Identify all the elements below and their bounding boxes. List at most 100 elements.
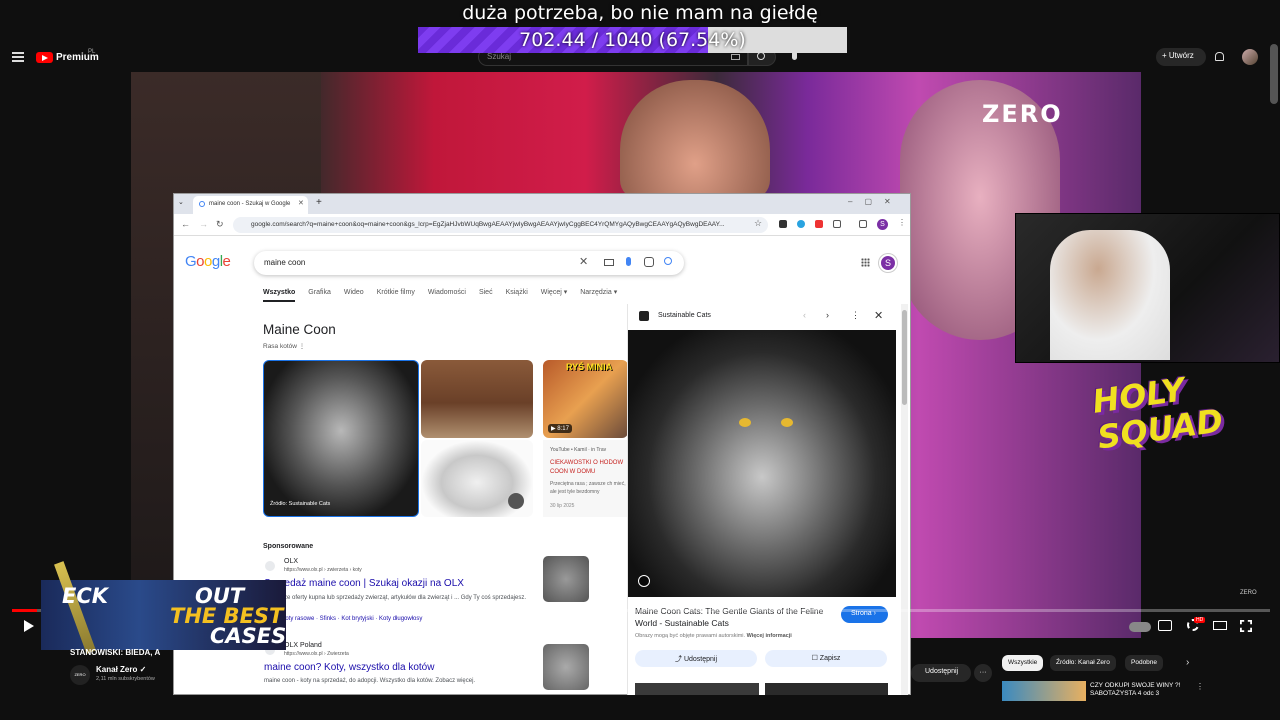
- tab-all[interactable]: Wszystko: [263, 289, 296, 302]
- browser-tab[interactable]: maine coon - Szukaj w Google: [193, 196, 308, 214]
- forward-icon[interactable]: →: [199, 219, 208, 229]
- new-tab-icon[interactable]: +: [316, 197, 322, 208]
- address-bar[interactable]: google.com/search?q=maine+coon&oq=maine+…: [233, 217, 768, 233]
- keyboard-icon[interactable]: [604, 259, 614, 266]
- ad-sitelinks[interactable]: Koty · Koty rasowe · Sfinks · Kot brytyj…: [264, 616, 422, 622]
- youtube-logo-icon[interactable]: [36, 52, 53, 63]
- more-actions-button[interactable]: ···: [974, 664, 992, 682]
- chip-all[interactable]: Wszystkie: [1002, 655, 1044, 671]
- keyboard-icon[interactable]: [731, 54, 740, 60]
- theater-icon[interactable]: [1213, 621, 1227, 630]
- video-source: YouTube • Kamil · in Trav: [550, 447, 607, 453]
- chevron-left-icon[interactable]: ‹: [803, 310, 806, 320]
- ad-site-name[interactable]: OLX: [284, 558, 298, 565]
- ad-description: Najlepsze oferty kupna lub sprzedaży zwi…: [264, 595, 526, 601]
- recommended-thumbnail[interactable]: [1002, 681, 1086, 701]
- chip-similar[interactable]: Podobne: [1125, 655, 1164, 671]
- browser-profile[interactable]: S: [877, 219, 888, 230]
- lens-icon[interactable]: [638, 575, 650, 587]
- image-result-main[interactable]: [263, 360, 419, 517]
- extension-icon[interactable]: [779, 220, 787, 228]
- image-expand-icon[interactable]: [508, 493, 524, 509]
- tab-books[interactable]: Książki: [506, 289, 528, 296]
- recommended-title[interactable]: CZY ODKUPI SWOJE WINY ?! SABOTAŻYSTA 4 o…: [1090, 682, 1200, 698]
- tab-shorts[interactable]: Krótkie filmy: [377, 289, 415, 296]
- chip-source[interactable]: Źródło: Kanał Zero: [1050, 655, 1116, 671]
- google-logo[interactable]: Google: [185, 253, 231, 270]
- close-icon[interactable]: ✕: [874, 309, 883, 322]
- youtube-region: PL: [88, 49, 96, 55]
- save-button[interactable]: ☐ Zapisz: [765, 650, 887, 667]
- tab-close-icon[interactable]: ✕: [298, 199, 304, 207]
- sidebar-icon[interactable]: [859, 220, 867, 228]
- channel-name[interactable]: Kanał Zero ✓: [96, 665, 146, 674]
- search-tabs: Wszystko Grafika Wideo Krótkie filmy Wiadomo…: [263, 288, 630, 302]
- extension-icon[interactable]: [797, 220, 805, 228]
- adblock-icon[interactable]: [815, 220, 823, 228]
- ad-title-link[interactable]: Sprzedaż maine coon | Szukaj okazji na O…: [264, 578, 464, 589]
- voice-search-icon[interactable]: [626, 257, 631, 266]
- ad-thumbnail[interactable]: [543, 556, 589, 602]
- knowledge-panel-title: Maine Coon: [263, 322, 336, 337]
- chevron-right-icon[interactable]: ›: [1186, 657, 1189, 668]
- tab-news[interactable]: Wiadomości: [428, 289, 466, 296]
- avatar[interactable]: [1242, 49, 1258, 65]
- ad-thumbnail[interactable]: [543, 644, 589, 690]
- overlay-progress-text: 702.44 / 1040 (67.54%): [519, 29, 746, 51]
- star-icon[interactable]: ☆: [754, 218, 762, 229]
- video-card-desc: Przeciętna rasa ; zawsze ch mieć, ale je…: [550, 481, 626, 495]
- more-icon[interactable]: ⋮: [851, 310, 860, 321]
- corner-logo: ZERO: [1240, 590, 1257, 596]
- tab-tools[interactable]: Narzędzia ▾: [580, 289, 617, 296]
- tab-more[interactable]: Więcej ▾: [541, 289, 567, 296]
- knowledge-panel-subtitle: Rasa kotów ⋮: [263, 343, 306, 350]
- cat-eye: [781, 418, 793, 427]
- create-button[interactable]: + Utwórz: [1156, 48, 1206, 66]
- google-avatar[interactable]: S: [879, 254, 897, 272]
- ad-site-name[interactable]: OLX Poland: [284, 642, 322, 649]
- menu-icon[interactable]: [12, 52, 24, 62]
- tab-videos[interactable]: Wideo: [344, 289, 364, 296]
- preview-image[interactable]: [628, 330, 896, 597]
- tab-images[interactable]: Grafika: [308, 289, 331, 296]
- more-info-link[interactable]: Więcej informacji: [747, 633, 792, 639]
- streamer: [1050, 230, 1170, 360]
- window-controls[interactable]: –▢✕: [848, 197, 903, 206]
- page-scrollbar[interactable]: [1270, 44, 1278, 104]
- more-icon[interactable]: ⋮: [1196, 682, 1204, 691]
- puzzle-icon[interactable]: [833, 220, 841, 228]
- channel-logo: ZERO: [982, 100, 1063, 128]
- image-result[interactable]: [421, 360, 533, 438]
- share-button[interactable]: ⤴ Udostępnij: [635, 650, 757, 667]
- reload-icon[interactable]: ↻: [216, 219, 224, 230]
- video-card-title[interactable]: CIEKAWOSTKI O HODOW COON W DOMU: [550, 459, 628, 477]
- fullscreen-icon[interactable]: [1240, 620, 1252, 632]
- lens-icon[interactable]: [644, 257, 654, 267]
- apps-icon[interactable]: [861, 258, 870, 267]
- tab-web[interactable]: Sieć: [479, 289, 493, 296]
- autoplay-toggle[interactable]: [1129, 622, 1151, 632]
- video-host-head: [620, 80, 770, 200]
- search-icon[interactable]: [664, 257, 672, 265]
- clear-icon[interactable]: ✕: [579, 255, 588, 268]
- tab-search-icon[interactable]: ⌄: [178, 198, 184, 206]
- image-caption: Źródło: Sustainable Cats: [270, 501, 331, 507]
- ad-title-link[interactable]: maine coon? Koty, wszystko dla kotów: [264, 662, 434, 673]
- google-search-input[interactable]: maine coon: [254, 251, 684, 275]
- back-icon[interactable]: ←: [181, 219, 190, 229]
- share-button[interactable]: Udostępnij: [911, 664, 971, 682]
- bell-icon[interactable]: [1215, 52, 1224, 61]
- google-favicon-icon: [199, 201, 205, 207]
- subtitles-icon[interactable]: [1158, 620, 1172, 631]
- related-images[interactable]: [635, 683, 888, 695]
- play-icon[interactable]: [24, 620, 34, 632]
- chevron-right-icon[interactable]: ›: [826, 310, 829, 320]
- search-icon[interactable]: [757, 52, 765, 60]
- scrollbar-thumb[interactable]: [902, 310, 907, 405]
- channel-avatar[interactable]: ZERO: [70, 665, 90, 685]
- browser-menu-icon[interactable]: ⋮: [898, 218, 906, 227]
- preview-source[interactable]: Sustainable Cats: [658, 312, 711, 319]
- video-progress-fill: [12, 609, 38, 612]
- ad-url: https://www.olx.pl › Zwierzeta: [284, 651, 349, 657]
- overlay-title: duża potrzeba, bo nie mam na giełdę: [462, 2, 818, 24]
